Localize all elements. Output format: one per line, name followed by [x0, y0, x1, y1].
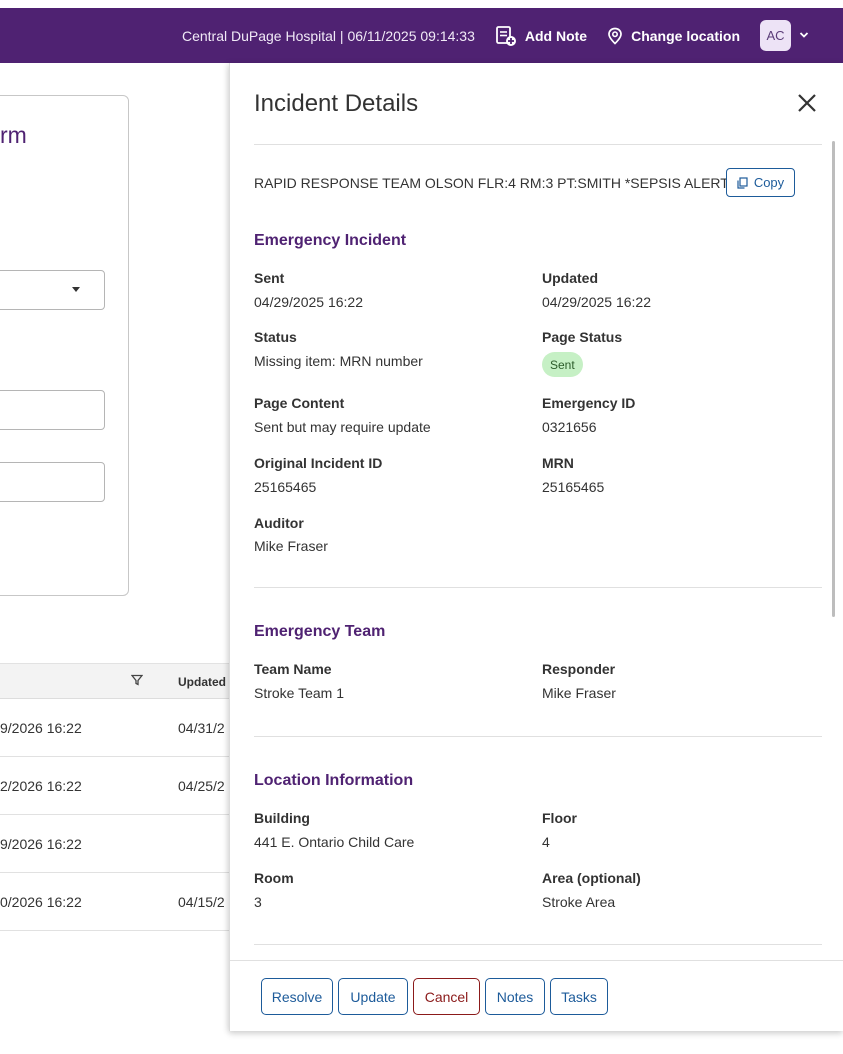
divider: [254, 144, 822, 145]
chevron-down-icon[interactable]: [799, 30, 809, 42]
mrn-value: 25165465: [542, 479, 605, 495]
notes-button[interactable]: Notes: [485, 978, 545, 1015]
status-badge: Sent: [542, 352, 583, 377]
floor-label: Floor: [542, 810, 577, 826]
emergency-id-label: Emergency ID: [542, 395, 636, 411]
responder-value: Mike Fraser: [542, 685, 616, 701]
caret-down-icon: [72, 287, 80, 292]
area-label: Area (optional): [542, 870, 641, 886]
section-title-emergency-team: Emergency Team: [254, 623, 386, 640]
background-form-title: rm: [0, 122, 27, 148]
auditor-label: Auditor: [254, 515, 304, 531]
column-header-updated[interactable]: Updated: [178, 675, 226, 689]
building-value: 441 E. Ontario Child Care: [254, 834, 415, 850]
scrollbar[interactable]: [832, 141, 835, 617]
cancel-button[interactable]: Cancel: [413, 978, 480, 1015]
update-button[interactable]: Update: [338, 978, 408, 1015]
add-note-button[interactable]: Add Note: [495, 25, 587, 47]
auditor-value: Mike Fraser: [254, 538, 328, 554]
table-row[interactable]: 0/2026 16:22 04/15/2: [0, 873, 230, 931]
team-name-label: Team Name: [254, 661, 332, 677]
page-content-label: Page Content: [254, 395, 345, 411]
top-bar: Central DuPage Hospital | 06/11/2025 09:…: [0, 8, 843, 63]
mrn-label: MRN: [542, 455, 574, 471]
divider: [254, 736, 822, 737]
section-title-emergency-incident: Emergency Incident: [254, 232, 407, 249]
sent-value: 04/29/2025 16:22: [254, 294, 363, 310]
alert-text: RAPID RESPONSE TEAM OLSON FLR:4 RM:3 PT:…: [254, 175, 729, 191]
location-pin-icon: [608, 27, 622, 45]
close-icon[interactable]: [796, 92, 818, 114]
status-value: Missing item: MRN number: [254, 353, 423, 369]
add-note-label: Add Note: [524, 27, 588, 44]
background-input[interactable]: [0, 462, 105, 502]
background-input[interactable]: [0, 390, 105, 430]
emergency-id-value: 0321656: [542, 419, 597, 435]
panel-title: Incident Details: [254, 90, 419, 117]
row-updated: 04/31/2: [178, 720, 225, 736]
table-header: Updated: [0, 663, 230, 699]
row-updated: 04/25/2: [178, 778, 225, 794]
background-form-card: [0, 95, 129, 596]
table-row[interactable]: 2/2026 16:22 04/25/2: [0, 757, 230, 815]
page-content-value: Sent but may require update: [254, 419, 431, 435]
copy-button[interactable]: Copy: [726, 168, 795, 197]
change-location-label: Change location: [631, 27, 740, 44]
filter-icon[interactable]: [130, 674, 144, 689]
updated-value: 04/29/2025 16:22: [542, 294, 651, 310]
copy-label: Copy: [753, 175, 785, 190]
incident-details-panel: Incident Details RAPID RESPONSE TEAM OLS…: [229, 63, 843, 1031]
team-name-value: Stroke Team 1: [254, 685, 345, 701]
page-status-label: Page Status: [542, 329, 623, 345]
room-label: Room: [254, 870, 294, 886]
row-sent: 9/2026 16:22: [0, 836, 82, 852]
background-select[interactable]: [0, 270, 105, 310]
building-label: Building: [254, 810, 310, 826]
row-sent: 0/2026 16:22: [0, 894, 82, 910]
row-sent: 2/2026 16:22: [0, 778, 82, 794]
floor-value: 4: [542, 834, 550, 850]
row-updated: 04/15/2: [178, 894, 225, 910]
avatar[interactable]: AC: [760, 20, 791, 51]
change-location-button[interactable]: Change location: [607, 27, 740, 45]
copy-icon: [737, 176, 748, 189]
room-value: 3: [254, 894, 262, 910]
sent-label: Sent: [254, 270, 285, 286]
divider: [254, 944, 822, 945]
updated-label: Updated: [542, 270, 598, 286]
table-row[interactable]: 9/2026 16:22 04/31/2: [0, 699, 230, 757]
divider: [254, 587, 822, 588]
original-incident-id-label: Original Incident ID: [254, 455, 383, 471]
site-info: Central DuPage Hospital | 06/11/2025 09:…: [181, 27, 475, 44]
responder-label: Responder: [542, 661, 616, 677]
table-row[interactable]: 9/2026 16:22: [0, 815, 230, 873]
section-title-location: Location Information: [254, 772, 414, 789]
area-value: Stroke Area: [542, 894, 616, 910]
resolve-button[interactable]: Resolve: [261, 978, 333, 1015]
row-sent: 9/2026 16:22: [0, 720, 82, 736]
tasks-button[interactable]: Tasks: [550, 978, 608, 1015]
panel-footer: Resolve Update Cancel Notes Tasks: [230, 960, 843, 1031]
original-incident-id-value: 25165465: [254, 479, 317, 495]
status-label: Status: [254, 329, 297, 345]
add-note-icon: [495, 25, 516, 46]
